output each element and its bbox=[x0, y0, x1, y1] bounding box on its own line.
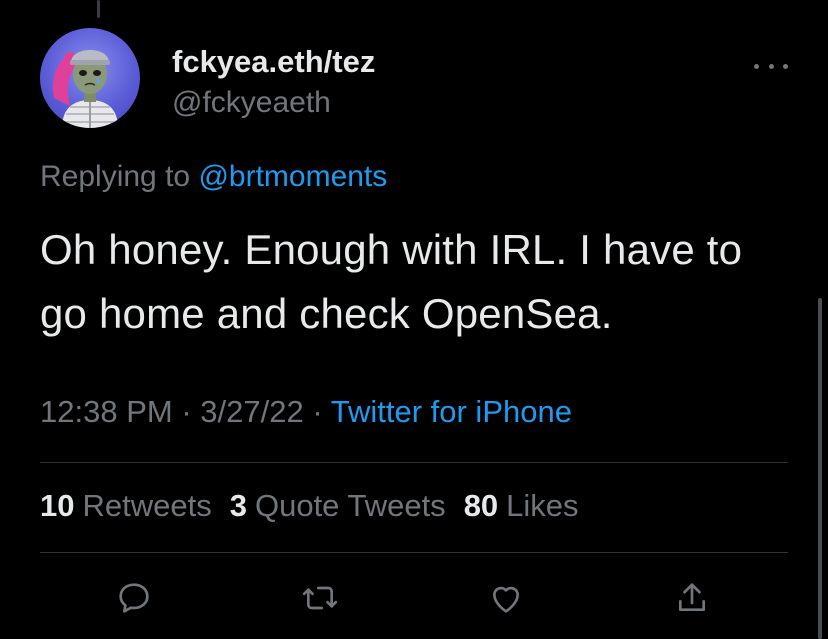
quote-tweets-stat[interactable]: 3 Quote Tweets bbox=[230, 488, 446, 524]
quote-tweets-label: Quote Tweets bbox=[254, 488, 446, 523]
tweet-source-link[interactable]: Twitter for iPhone bbox=[331, 394, 572, 429]
meta-separator: · bbox=[312, 394, 323, 429]
tweet-metadata: 12:38 PM · 3/27/22 · Twitter for iPhone bbox=[40, 394, 572, 430]
avatar[interactable] bbox=[40, 28, 140, 128]
divider bbox=[40, 552, 788, 553]
replying-to-prefix: Replying to bbox=[40, 160, 191, 193]
divider bbox=[40, 462, 788, 463]
more-options-icon[interactable] bbox=[754, 56, 788, 76]
likes-label: Likes bbox=[506, 488, 579, 523]
reply-bubble-icon bbox=[119, 583, 149, 613]
tweet-text-line: Oh honey. Enough with IRL. I have to bbox=[40, 226, 743, 273]
tweet-text-line: go home and check OpenSea. bbox=[40, 290, 613, 337]
reply-button[interactable] bbox=[112, 576, 156, 620]
heart-icon bbox=[493, 586, 519, 613]
avatar-image bbox=[52, 50, 118, 128]
quote-tweets-count: 3 bbox=[229, 488, 247, 523]
more-dot bbox=[754, 63, 759, 69]
tweet-text: Oh honey. Enough with IRL. I have to go … bbox=[40, 218, 800, 346]
user-handle[interactable]: @fckyeaeth bbox=[172, 86, 331, 120]
likes-count: 80 bbox=[463, 488, 499, 523]
retweet-icon bbox=[302, 586, 338, 610]
replying-to-mention-link[interactable]: @brtmoments bbox=[198, 160, 387, 193]
engagement-stats: 10 Retweets 3 Quote Tweets 80 Likes bbox=[40, 488, 597, 524]
tweet-date[interactable]: 3/27/22 bbox=[200, 394, 303, 429]
retweets-stat[interactable]: 10 Retweets bbox=[40, 488, 212, 524]
retweets-label: Retweets bbox=[82, 488, 212, 523]
tweet-action-bar bbox=[0, 576, 828, 624]
retweet-button[interactable] bbox=[298, 576, 342, 620]
like-button[interactable] bbox=[484, 576, 528, 620]
retweets-count: 10 bbox=[40, 488, 75, 523]
replying-to-line: Replying to @brtmoments bbox=[40, 160, 387, 194]
share-button[interactable] bbox=[670, 576, 714, 620]
display-name[interactable]: fckyea.eth/tez bbox=[172, 44, 375, 80]
likes-stat[interactable]: 80 Likes bbox=[464, 488, 579, 524]
thread-connector-line bbox=[97, 0, 100, 18]
more-dot bbox=[783, 63, 788, 69]
meta-separator: · bbox=[181, 394, 192, 429]
tweet-time[interactable]: 12:38 PM bbox=[40, 394, 173, 429]
more-dot bbox=[768, 63, 774, 69]
share-upload-icon bbox=[679, 583, 705, 611]
scrollbar[interactable] bbox=[818, 298, 822, 639]
